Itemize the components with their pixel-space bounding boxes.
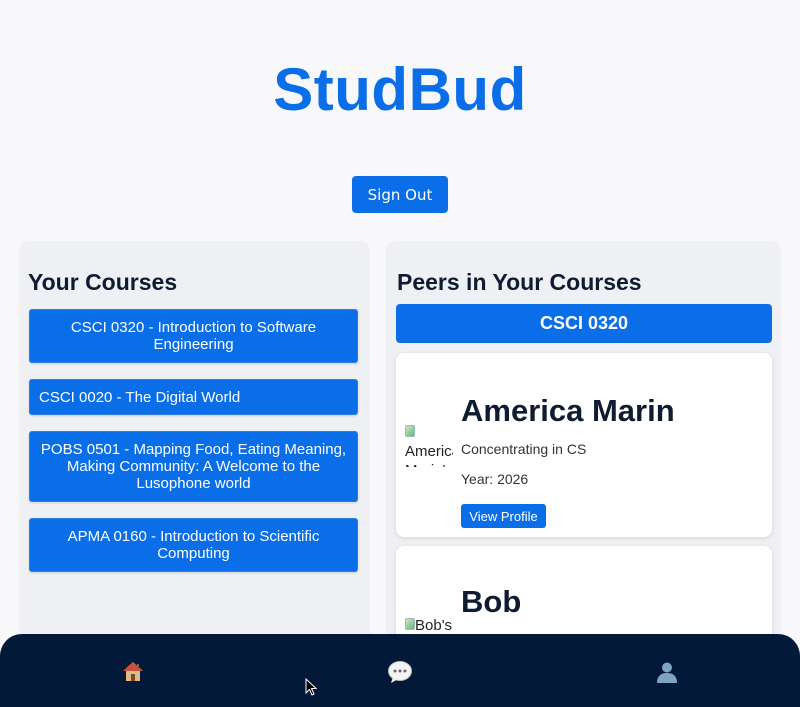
course-button[interactable]: APMA 0160 - Introduction to Scientific C…	[29, 518, 358, 572]
user-profile-icon	[657, 662, 677, 683]
peer-name: Bob	[461, 584, 522, 619]
peer-card: America Marin's America Marin Concentrat…	[396, 353, 772, 537]
peer-avatar: America Marin's	[405, 423, 453, 467]
peers-panel: Peers in Your Courses CSCI 0320 Americ a …	[386, 241, 781, 681]
peer-year: Year: 2026	[461, 471, 529, 487]
course-tab-selected[interactable]: CSCI 0320	[396, 304, 772, 343]
courses-panel: Your Courses CSCI 0320 - Introduction to…	[19, 241, 370, 681]
sign-out-button[interactable]: Sign Out	[352, 176, 448, 213]
broken-image-icon	[405, 425, 415, 437]
nav-chat[interactable]	[385, 658, 415, 686]
course-label: CSCI 0320 - Introduction to Software Eng…	[70, 319, 317, 353]
nav-home[interactable]	[118, 658, 148, 686]
view-profile-button[interactable]: View Profile	[461, 504, 546, 528]
course-label: CSCI 0020 - The Digital World	[39, 388, 241, 406]
avatar-alt-text: America Marin's	[405, 443, 453, 467]
bottom-nav	[0, 634, 800, 707]
house-icon	[123, 662, 143, 681]
course-button[interactable]: CSCI 0320 - Introduction to Software Eng…	[29, 309, 358, 363]
course-tab-label: CSCI 0320	[539, 313, 629, 333]
course-button[interactable]: CSCI 0020 - The Digital World	[29, 379, 358, 415]
peer-name: America Marin	[461, 393, 675, 428]
courses-title: Your Courses	[28, 269, 178, 295]
peer-concentration: Concentrating in CS	[461, 441, 587, 457]
mouse-cursor-icon	[305, 677, 318, 701]
broken-image-icon	[405, 618, 415, 630]
course-label: APMA 0160 - Introduction to Scientific C…	[67, 528, 320, 562]
course-button[interactable]: POBS 0501 - Mapping Food, Eating Meaning…	[29, 431, 358, 502]
course-label: POBS 0501 - Mapping Food, Eating Meaning…	[40, 441, 347, 492]
app-title: StudBud	[273, 56, 527, 123]
chat-bubble-icon	[388, 661, 412, 683]
nav-profile[interactable]	[652, 658, 682, 686]
avatar-alt-text: Bob's	[415, 617, 453, 634]
peers-title: Peers in Your Courses	[397, 269, 642, 295]
